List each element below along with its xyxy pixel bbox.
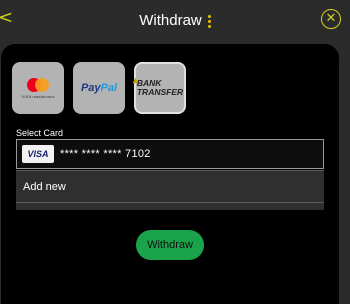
payment-method-paypal[interactable]: PayPal bbox=[73, 62, 125, 114]
add-new-card-option[interactable]: Add new bbox=[16, 170, 324, 202]
bank-icon: ▲ bbox=[130, 75, 140, 85]
page-title: Withdraw bbox=[0, 12, 350, 30]
select-card-label: Select Card bbox=[16, 128, 64, 138]
visa-icon: VISA bbox=[22, 145, 54, 163]
paypal-logo: PayPal bbox=[80, 82, 118, 94]
card-logo-caption: VISA mastercard bbox=[21, 93, 55, 99]
payment-method-card[interactable]: VISA mastercard bbox=[12, 62, 64, 114]
page-title-text: Withdraw bbox=[139, 12, 202, 29]
saved-card-option[interactable]: VISA **** **** **** 7102 bbox=[16, 139, 324, 169]
withdraw-button[interactable]: Withdraw bbox=[136, 230, 204, 260]
list-divider bbox=[16, 202, 324, 210]
add-new-label: Add new bbox=[23, 181, 66, 193]
close-icon[interactable]: ✕ bbox=[321, 9, 341, 29]
kebab-menu-icon[interactable] bbox=[207, 14, 211, 28]
top-bar: < Withdraw ✕ bbox=[0, 0, 350, 44]
payment-method-bank-transfer[interactable]: ▲ BANK TRANSFER bbox=[131, 62, 186, 114]
bank-transfer-line2: TRANSFER bbox=[136, 87, 184, 97]
mastercard-logo: VISA mastercard bbox=[21, 77, 55, 99]
bank-transfer-logo: ▲ BANK TRANSFER bbox=[131, 75, 184, 97]
card-number: **** **** **** 7102 bbox=[60, 148, 151, 160]
